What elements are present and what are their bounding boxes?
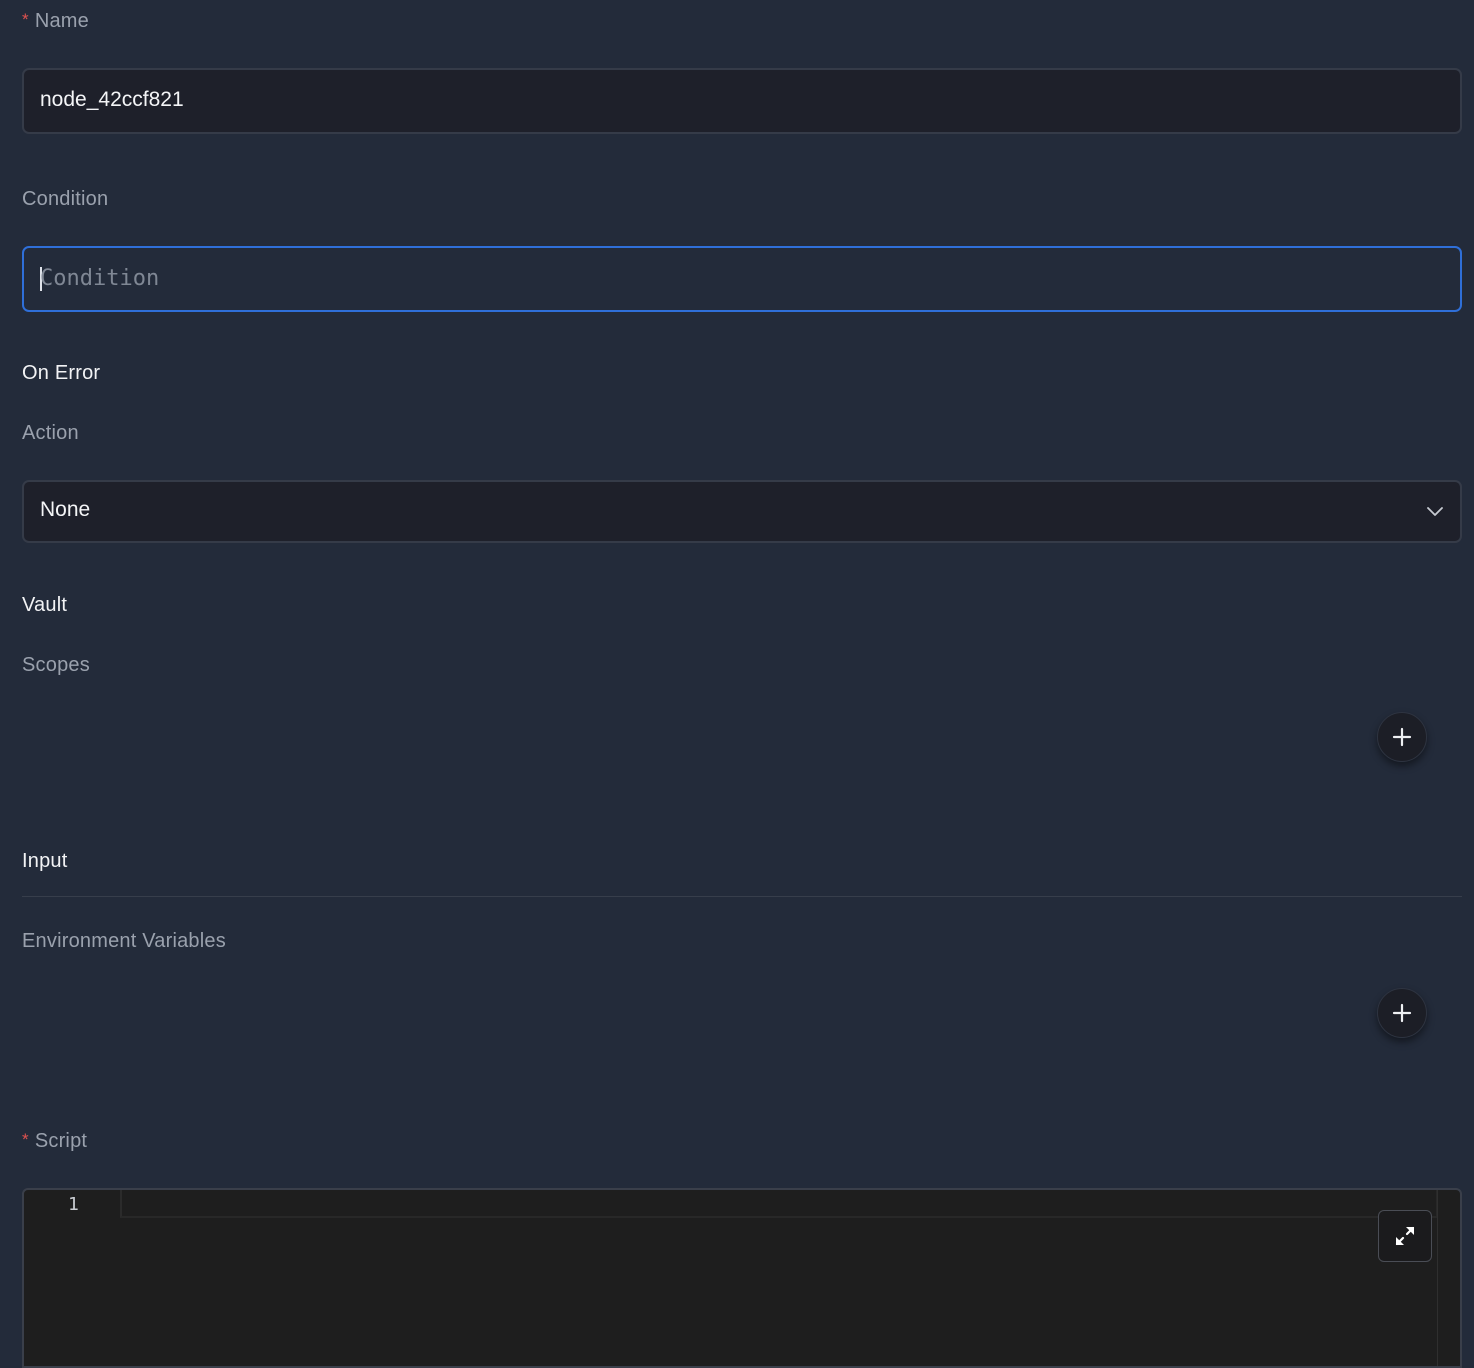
line-number: 1 — [68, 1194, 79, 1215]
vault-title: Vault — [22, 594, 68, 616]
required-asterisk: * — [22, 1130, 29, 1149]
on-error-title: On Error — [22, 362, 101, 384]
input-title: Input — [22, 850, 68, 872]
chevron-down-icon — [1427, 507, 1443, 516]
scopes-label: Scopes — [22, 654, 90, 676]
script-label: * Script — [22, 1130, 87, 1153]
script-editor[interactable]: 1 — [22, 1188, 1462, 1368]
action-label: Action — [22, 422, 79, 444]
required-asterisk: * — [22, 10, 29, 29]
condition-placeholder: Condition — [40, 266, 160, 291]
add-env-variable-button[interactable] — [1377, 988, 1427, 1038]
script-label-text: Script — [34, 1130, 88, 1152]
action-select-value: None — [40, 498, 91, 521]
expand-editor-button[interactable] — [1378, 1210, 1432, 1262]
current-line-highlight — [120, 1190, 1438, 1218]
editor-scrollbar[interactable] — [1437, 1190, 1460, 1366]
expand-icon — [1395, 1226, 1415, 1246]
section-divider — [22, 896, 1462, 897]
name-label-text: Name — [34, 10, 89, 32]
plus-icon — [1392, 1003, 1412, 1023]
name-input[interactable]: node_42ccf821 — [22, 68, 1462, 134]
add-scope-button[interactable] — [1377, 712, 1427, 762]
name-label: * Name — [22, 10, 89, 33]
name-input-value: node_42ccf821 — [40, 88, 184, 111]
action-select[interactable]: None — [22, 480, 1462, 543]
condition-input[interactable]: Condition — [22, 246, 1462, 312]
env-variables-label: Environment Variables — [22, 930, 226, 952]
condition-label: Condition — [22, 188, 109, 210]
plus-icon — [1392, 727, 1412, 747]
